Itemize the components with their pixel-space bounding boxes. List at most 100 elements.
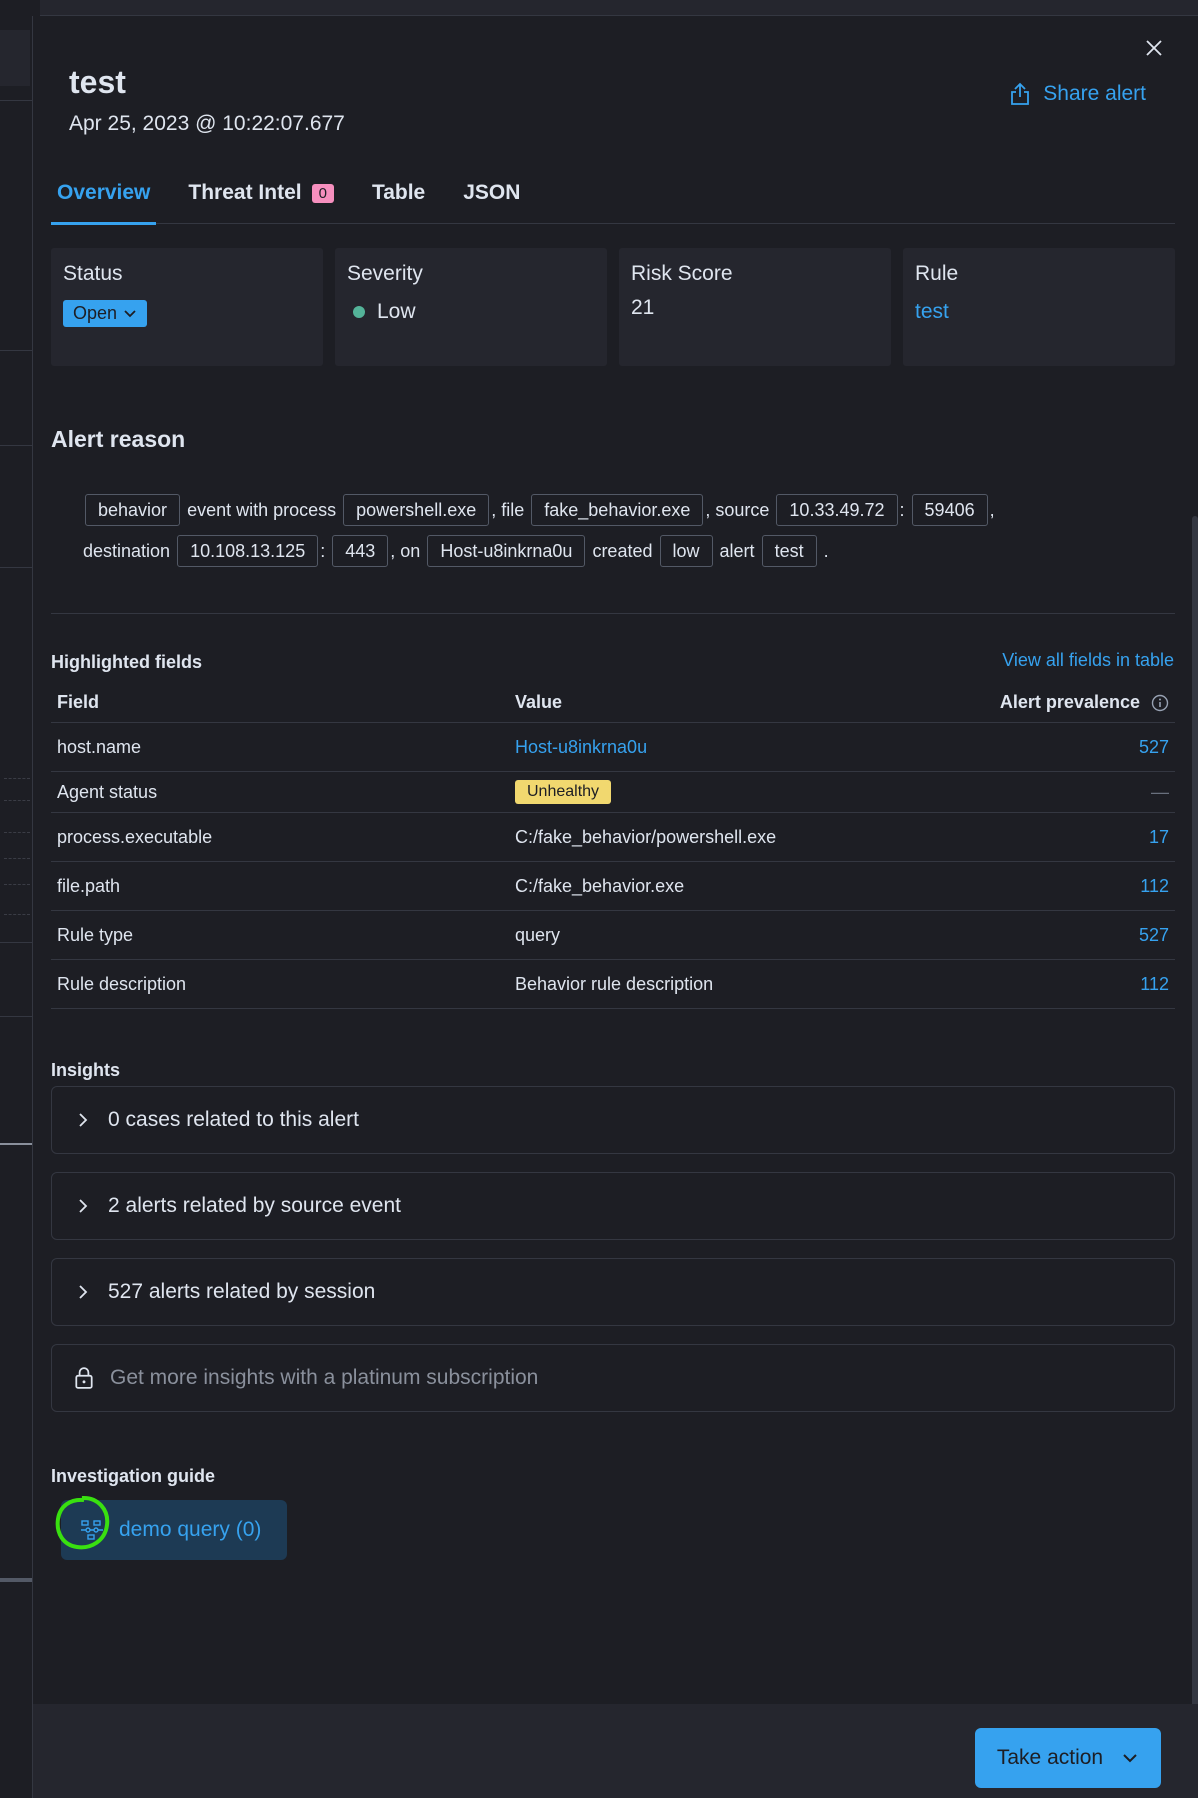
prevalence-empty: — — [1151, 781, 1169, 802]
reason-token: 443 — [332, 535, 389, 567]
tab-table[interactable]: Table — [366, 162, 431, 224]
prevalence-count-link[interactable]: 112 — [1140, 974, 1169, 994]
reason-text: . — [823, 541, 829, 561]
rule-card: Rule test — [903, 248, 1175, 366]
severity-dot-icon — [353, 306, 365, 318]
chevron-right-icon — [79, 1285, 88, 1299]
accordion-label: 0 cases related to this alert — [108, 1108, 359, 1131]
field-name: process.executable — [57, 826, 213, 847]
reason-text: : — [899, 500, 905, 520]
background-gridline — [4, 884, 30, 885]
table-row: process.executable C:/fake_behavior/powe… — [51, 813, 1175, 862]
summary-cards: Status Open Severity Low Risk Score 21 R… — [51, 248, 1175, 366]
accordion-label: 527 alerts related by session — [108, 1280, 376, 1303]
table-header-row: Field Value Alert prevalence — [51, 683, 1175, 723]
reason-text: , on — [390, 541, 421, 561]
tab-json[interactable]: JSON — [457, 162, 526, 224]
alert-title: test — [69, 64, 126, 100]
status-dropdown[interactable]: Open — [63, 300, 148, 327]
table-row: Rule description Behavior rule descripti… — [51, 960, 1175, 1009]
close-flyout-button[interactable] — [1140, 34, 1168, 62]
view-all-fields-link[interactable]: View all fields in table — [1002, 650, 1174, 671]
reason-token: Host-u8inkrna0u — [427, 535, 586, 567]
take-action-button[interactable]: Take action — [975, 1728, 1161, 1788]
reason-text: alert — [719, 541, 755, 561]
agent-status-badge: Unhealthy — [515, 780, 612, 804]
alert-reason-text: behavior event with process powershell.e… — [83, 490, 1143, 572]
section-divider — [51, 613, 1175, 614]
prevalence-header-label: Alert prevalence — [999, 692, 1140, 712]
reason-token: test — [761, 535, 817, 567]
share-alert-button[interactable]: Share alert — [1009, 82, 1146, 106]
table-row: file.path C:/fake_behavior.exe 112 — [51, 862, 1175, 911]
background-divider — [0, 350, 32, 351]
background-divider — [0, 445, 32, 446]
rule-label: Rule — [915, 262, 959, 285]
accordion-label: 2 alerts related by source event — [108, 1194, 401, 1217]
background-block — [0, 30, 30, 86]
take-action-label: Take action — [996, 1746, 1104, 1769]
reason-text: destination — [83, 541, 171, 561]
threat-intel-count-badge: 0 — [311, 183, 334, 203]
risk-score-value: 21 — [631, 296, 655, 319]
insights-heading: Insights — [51, 1060, 121, 1080]
severity-label: Severity — [347, 262, 423, 285]
field-name: Agent status — [57, 781, 158, 802]
lock-icon — [75, 1367, 93, 1389]
background-gridline — [4, 800, 30, 801]
session-accordion[interactable]: 527 alerts related by session — [51, 1258, 1175, 1326]
severity-value: Low — [377, 300, 416, 323]
reason-text: event with process — [187, 500, 337, 520]
prevalence-count-link[interactable]: 527 — [1139, 737, 1169, 757]
reason-text: , source — [705, 500, 770, 520]
chevron-right-icon — [79, 1113, 88, 1127]
platinum-upsell: Get more insights with a platinum subscr… — [51, 1344, 1175, 1412]
status-value: Open — [73, 303, 118, 323]
background-gridline — [4, 778, 30, 779]
alert-details-flyout: test Apr 25, 2023 @ 10:22:07.677 Share a… — [32, 16, 1198, 1798]
background-divider — [0, 1016, 32, 1017]
reason-token: 59406 — [911, 494, 988, 526]
risk-score-card: Risk Score 21 — [619, 248, 891, 366]
flyout-scrollbar[interactable] — [1192, 516, 1198, 1796]
flyout-footer: Take action — [33, 1704, 1198, 1798]
highlighted-fields-heading: Highlighted fields — [51, 652, 202, 672]
background-gridline — [4, 858, 30, 859]
info-icon[interactable] — [1151, 694, 1169, 712]
status-card: Status Open — [51, 248, 323, 366]
status-label: Status — [63, 262, 123, 285]
reason-text: : — [320, 541, 326, 561]
tab-json-label: JSON — [463, 181, 521, 204]
reason-text: , file — [491, 500, 525, 520]
tab-overview[interactable]: Overview — [51, 162, 157, 225]
background-divider — [0, 942, 32, 943]
host-name-link[interactable]: Host-u8inkrna0u — [515, 737, 647, 757]
background-topbar — [0, 0, 1198, 16]
field-value: C:/fake_behavior/powershell.exe — [515, 826, 777, 847]
flyout-tabs: Overview Threat Intel 0 Table JSON — [51, 162, 1175, 225]
field-value: C:/fake_behavior.exe — [515, 875, 685, 896]
table-row: Rule type query 527 — [51, 911, 1175, 960]
table-row: host.name Host-u8inkrna0u 527 — [51, 723, 1175, 772]
prevalence-count-link[interactable]: 112 — [1140, 876, 1169, 896]
alert-timestamp: Apr 25, 2023 @ 10:22:07.677 — [69, 112, 345, 135]
field-name: Rule type — [57, 924, 134, 945]
reason-token: 10.33.49.72 — [776, 494, 898, 526]
column-header-field: Field — [57, 692, 100, 712]
highlighted-fields-table: Field Value Alert prevalence host.name H… — [51, 683, 1175, 1009]
column-header-prevalence: Alert prevalence — [935, 692, 1175, 713]
background-divider — [0, 1143, 32, 1145]
tab-table-label: Table — [371, 181, 426, 204]
prevalence-count-link[interactable]: 17 — [1149, 827, 1169, 847]
background-gridline — [4, 832, 30, 833]
chevron-down-icon — [124, 309, 136, 317]
tab-threat-intel[interactable]: Threat Intel 0 — [182, 162, 340, 224]
share-alert-label: Share alert — [1043, 82, 1146, 105]
source-event-accordion[interactable]: 2 alerts related by source event — [51, 1172, 1175, 1240]
cases-accordion[interactable]: 0 cases related to this alert — [51, 1086, 1175, 1154]
prevalence-count-link[interactable]: 527 — [1139, 925, 1169, 945]
rule-link[interactable]: test — [915, 300, 949, 324]
alert-reason-heading: Alert reason — [51, 426, 186, 452]
field-value: Behavior rule description — [515, 973, 714, 994]
background-divider — [0, 1578, 32, 1582]
